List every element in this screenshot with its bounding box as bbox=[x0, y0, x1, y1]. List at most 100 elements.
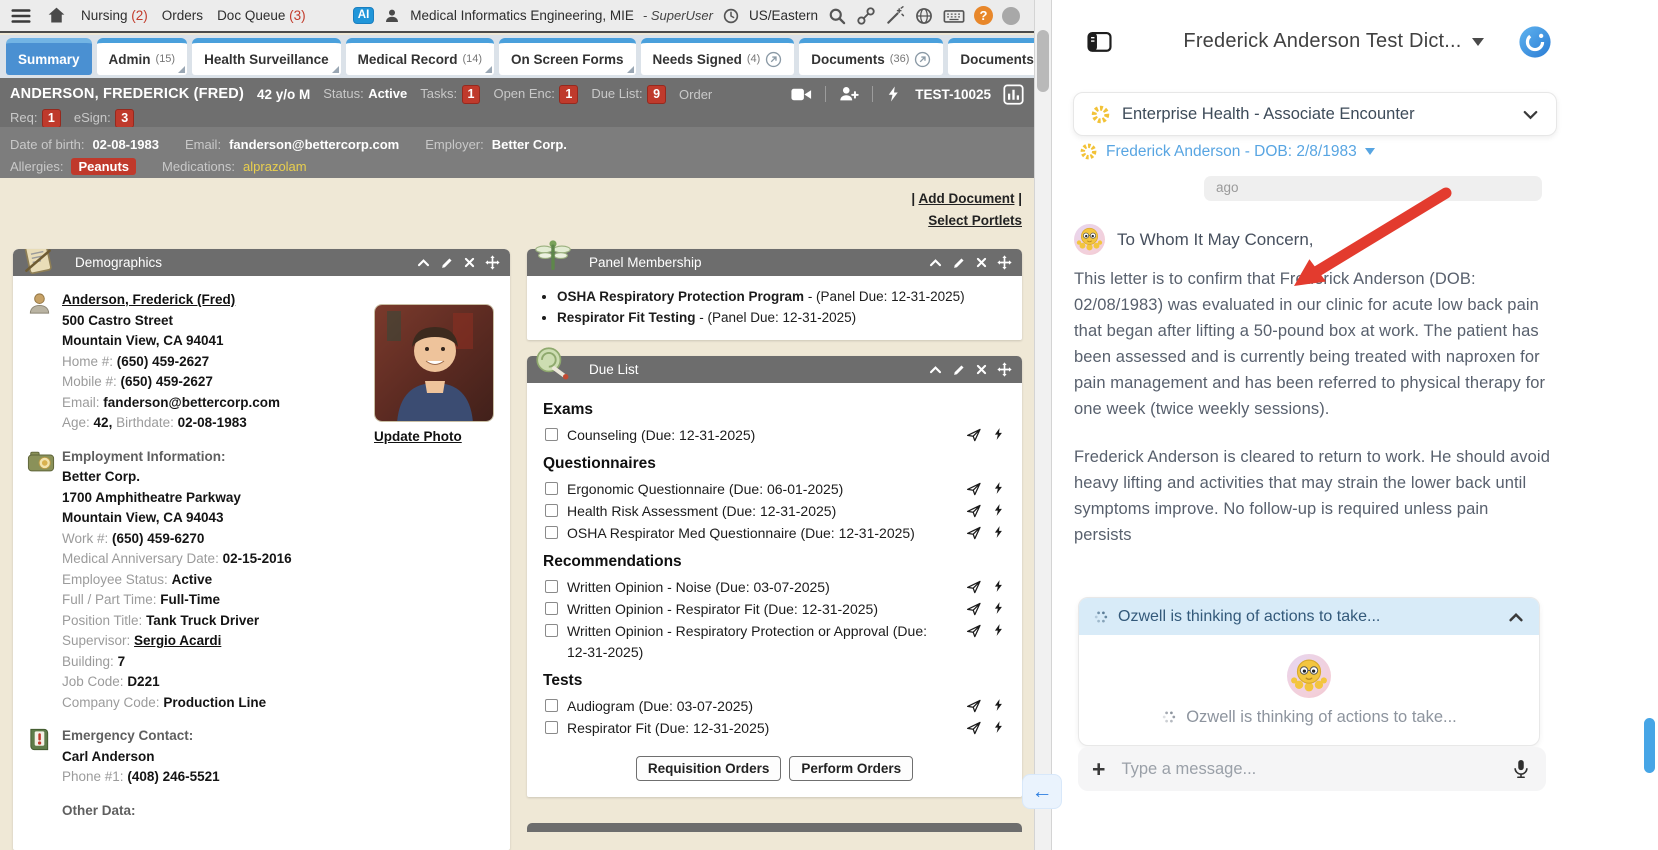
external-link-icon[interactable] bbox=[914, 51, 931, 68]
timezone-label[interactable]: US/Eastern bbox=[749, 8, 818, 23]
checkbox[interactable] bbox=[545, 526, 558, 539]
microphone-icon[interactable] bbox=[1510, 758, 1532, 780]
patient-context-link[interactable]: Frederick Anderson - DOB: 2/8/1983 bbox=[1079, 142, 1375, 161]
link-icon[interactable] bbox=[856, 6, 876, 26]
panel-collapse-button[interactable]: ← bbox=[1022, 774, 1062, 809]
patient-requisitions[interactable]: Req: 1 bbox=[10, 108, 61, 128]
send-icon[interactable] bbox=[966, 601, 982, 617]
lightning-icon[interactable] bbox=[992, 427, 1006, 443]
close-icon[interactable] bbox=[975, 256, 988, 269]
attach-plus-button[interactable]: + bbox=[1092, 757, 1105, 781]
ozwell-logo[interactable] bbox=[1518, 25, 1552, 59]
checkbox[interactable] bbox=[545, 624, 558, 637]
add-person-icon[interactable] bbox=[838, 83, 860, 105]
scrollbar-thumb[interactable] bbox=[1037, 30, 1049, 92]
nav-orders[interactable]: Orders bbox=[162, 8, 203, 23]
patient-due-list[interactable]: Due List: 9 bbox=[591, 84, 667, 104]
lightning-icon[interactable] bbox=[992, 503, 1006, 519]
organization-name: Medical Informatics Engineering, MIE bbox=[410, 8, 634, 23]
tab-medical-record[interactable]: Medical Record (14) bbox=[345, 38, 494, 75]
patient-name-link[interactable]: Anderson, Frederick (Fred) bbox=[62, 292, 235, 307]
patient-open-encounters[interactable]: Open Enc: 1 bbox=[493, 84, 579, 104]
collapse-icon[interactable] bbox=[928, 362, 943, 377]
tab-admin[interactable]: Admin (15) bbox=[96, 38, 188, 75]
checkbox[interactable] bbox=[545, 580, 558, 593]
send-icon[interactable] bbox=[966, 525, 982, 541]
lightning-icon[interactable] bbox=[992, 623, 1006, 639]
checkbox[interactable] bbox=[545, 721, 558, 734]
menu-icon[interactable] bbox=[10, 5, 32, 27]
encounter-selector[interactable]: Enterprise Health - Associate Encounter bbox=[1073, 92, 1557, 136]
edit-icon[interactable] bbox=[952, 256, 966, 270]
vertical-scrollbar[interactable] bbox=[1034, 0, 1052, 850]
edit-icon[interactable] bbox=[440, 256, 454, 270]
send-icon[interactable] bbox=[966, 579, 982, 595]
tab-on-screen-forms[interactable]: On Screen Forms bbox=[499, 38, 636, 75]
keyboard-icon[interactable] bbox=[943, 5, 965, 27]
edit-icon[interactable] bbox=[952, 363, 966, 377]
update-photo-link[interactable]: Update Photo bbox=[374, 427, 462, 448]
tab-health-surveillance[interactable]: Health Surveillance bbox=[192, 38, 341, 75]
sun-icon bbox=[1079, 142, 1098, 161]
thinking-banner[interactable]: Ozwell is thinking of actions to take... bbox=[1079, 598, 1539, 635]
lightning-icon[interactable] bbox=[992, 720, 1006, 736]
move-icon[interactable] bbox=[997, 255, 1012, 270]
external-link-icon[interactable] bbox=[765, 51, 782, 68]
nav-doc-queue[interactable]: Doc Queue (3) bbox=[217, 8, 306, 23]
panel-scrollbar-thumb[interactable] bbox=[1644, 718, 1655, 773]
employer-address1: 1700 Amphitheatre Parkway bbox=[62, 489, 241, 505]
help-icon[interactable]: ? bbox=[974, 6, 993, 25]
move-icon[interactable] bbox=[997, 362, 1012, 377]
home-icon[interactable] bbox=[46, 5, 67, 26]
collapse-icon[interactable] bbox=[928, 255, 943, 270]
tab-needs-signed[interactable]: Needs Signed (4) bbox=[640, 38, 795, 75]
send-icon[interactable] bbox=[966, 427, 982, 443]
checkbox[interactable] bbox=[545, 428, 558, 441]
lightning-icon[interactable] bbox=[992, 601, 1006, 617]
requisition-orders-button[interactable]: Requisition Orders bbox=[635, 756, 782, 781]
globe-icon[interactable] bbox=[914, 6, 934, 26]
sidebar-toggle-icon[interactable] bbox=[1086, 28, 1113, 55]
chevron-up-icon[interactable] bbox=[1507, 608, 1525, 626]
send-icon[interactable] bbox=[966, 481, 982, 497]
search-icon[interactable] bbox=[827, 6, 847, 26]
checkbox[interactable] bbox=[545, 699, 558, 712]
patient-info-bar: Date of birth: 02-08-1983 Email: fanderson… bbox=[0, 127, 1034, 178]
conversation-selector[interactable]: Frederick Anderson Test Dict... bbox=[1113, 30, 1554, 53]
video-call-icon[interactable] bbox=[790, 83, 813, 106]
medications-value[interactable]: alprazolam bbox=[243, 159, 307, 174]
select-portlets-link[interactable]: Select Portlets bbox=[928, 213, 1022, 228]
supervisor-link[interactable]: Sergio Acardi bbox=[134, 633, 221, 648]
order-link[interactable]: Order bbox=[679, 87, 712, 102]
checkbox[interactable] bbox=[545, 482, 558, 495]
patient-tasks[interactable]: Tasks: 1 bbox=[420, 84, 481, 104]
message-input[interactable] bbox=[1121, 759, 1494, 779]
lightning-icon[interactable] bbox=[992, 698, 1006, 714]
allergy-badge[interactable]: Peanuts bbox=[71, 157, 137, 175]
send-icon[interactable] bbox=[966, 698, 982, 714]
ai-badge[interactable]: AI bbox=[352, 6, 375, 25]
close-icon[interactable] bbox=[975, 363, 988, 376]
send-icon[interactable] bbox=[966, 623, 982, 639]
collapse-icon[interactable] bbox=[416, 255, 431, 270]
wand-icon[interactable] bbox=[885, 6, 905, 26]
tab-documents[interactable]: Documents (36) bbox=[799, 38, 944, 75]
lightning-icon[interactable] bbox=[992, 579, 1006, 595]
bar-chart-icon[interactable] bbox=[1003, 84, 1024, 105]
tab-summary[interactable]: Summary bbox=[6, 38, 92, 75]
add-document-link[interactable]: Add Document bbox=[918, 191, 1014, 206]
move-icon[interactable] bbox=[485, 255, 500, 270]
lightning-icon[interactable] bbox=[992, 481, 1006, 497]
demographics-contact-section: Anderson, Frederick (Fred) 500 Castro St… bbox=[25, 290, 355, 434]
nav-nursing[interactable]: Nursing (2) bbox=[81, 8, 148, 23]
lightning-icon[interactable] bbox=[992, 525, 1006, 541]
send-icon[interactable] bbox=[966, 720, 982, 736]
patient-esign[interactable]: eSign: 3 bbox=[74, 108, 135, 128]
close-icon[interactable] bbox=[463, 256, 476, 269]
perform-orders-button[interactable]: Perform Orders bbox=[789, 756, 914, 781]
checkbox[interactable] bbox=[545, 504, 558, 517]
lightning-icon[interactable] bbox=[885, 85, 903, 103]
checkbox[interactable] bbox=[545, 602, 558, 615]
alert-book-icon bbox=[27, 727, 52, 752]
send-icon[interactable] bbox=[966, 503, 982, 519]
